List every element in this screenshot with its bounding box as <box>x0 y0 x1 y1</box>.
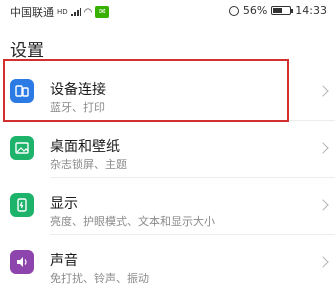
chevron-right-icon <box>317 256 329 268</box>
settings-item-wallpaper[interactable]: 桌面和壁纸 杂志锁屏、主题 <box>0 121 335 178</box>
wechat-notification-icon: ✉ <box>95 6 110 18</box>
device-connection-icon <box>10 79 34 103</box>
chevron-right-icon <box>317 142 329 154</box>
signal-icon <box>70 8 81 16</box>
wallpaper-icon <box>10 136 34 160</box>
clock: 14:33 <box>295 4 327 17</box>
settings-list: 设备连接 蓝牙、打印 桌面和壁纸 杂志锁屏、主题 显示 亮度、护眼模式、文本和显… <box>0 64 335 292</box>
status-bar: 中国联通 HD ◠ ✉ 56% 14:33 <box>0 0 335 22</box>
carrier-label: 中国联通 <box>10 6 54 19</box>
settings-item-sound[interactable]: 声音 免打扰、铃声、振动 <box>0 235 335 292</box>
item-title: 声音 <box>50 253 78 269</box>
chevron-right-icon <box>317 199 329 211</box>
item-subtitle: 免打扰、铃声、振动 <box>50 272 149 285</box>
display-icon <box>10 193 34 217</box>
sound-icon <box>10 250 34 274</box>
alarm-icon <box>228 5 239 16</box>
page-title: 设置 <box>10 41 44 61</box>
item-title: 设备连接 <box>50 82 106 98</box>
item-subtitle: 杂志锁屏、主题 <box>50 158 127 171</box>
wifi-icon: ◠ <box>83 6 93 18</box>
item-subtitle: 蓝牙、打印 <box>50 101 105 114</box>
settings-item-display[interactable]: 显示 亮度、护眼模式、文本和显示大小 <box>0 178 335 235</box>
battery-icon <box>271 6 294 15</box>
hd-label: HD <box>57 8 68 16</box>
item-title: 显示 <box>50 196 78 212</box>
item-subtitle: 亮度、护眼模式、文本和显示大小 <box>50 215 215 228</box>
battery-level-fill <box>273 8 282 13</box>
item-title: 桌面和壁纸 <box>50 139 120 155</box>
settings-item-device-connection[interactable]: 设备连接 蓝牙、打印 <box>0 64 335 121</box>
chevron-right-icon <box>317 85 329 97</box>
battery-percent: 56% <box>242 4 268 17</box>
